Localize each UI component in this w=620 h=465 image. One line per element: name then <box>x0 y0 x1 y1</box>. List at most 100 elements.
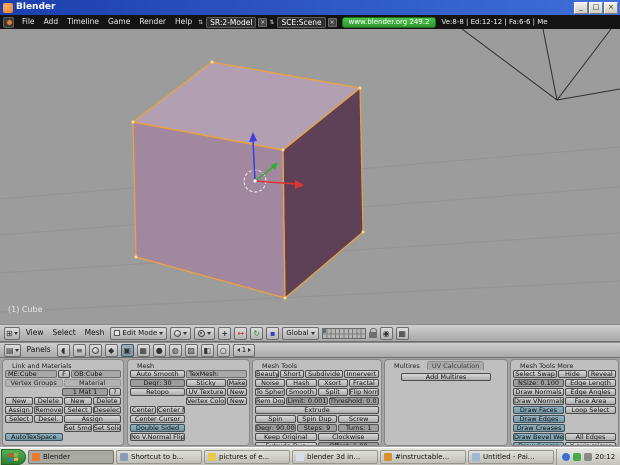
retopo-toggle[interactable]: Retopo <box>130 388 185 396</box>
blender-menu-icon[interactable] <box>3 16 14 28</box>
vgroup-assign-button[interactable]: Assign <box>5 406 34 414</box>
offset-stepper[interactable]: Offset: 1.00 <box>317 442 379 445</box>
beauty-toggle[interactable]: Beauty <box>255 370 280 378</box>
lock-icon[interactable] <box>368 327 377 338</box>
panel-title[interactable]: Mesh Tools <box>258 362 301 370</box>
menu-file[interactable]: File <box>18 15 39 29</box>
turns-stepper[interactable]: Turns: 1 <box>338 424 380 432</box>
menu-render[interactable]: Render <box>135 15 170 29</box>
render-preview-icon[interactable]: ▦ <box>395 326 409 340</box>
blender-version-button[interactable]: www.blender.org 249.2 <box>341 16 437 28</box>
menu-game[interactable]: Game <box>104 15 134 29</box>
draw-creases-toggle[interactable]: Draw Creases <box>513 424 565 432</box>
subdivide-button[interactable]: Subdivide <box>305 370 343 378</box>
draw-faces-toggle[interactable]: Draw Faces <box>513 406 564 414</box>
tab-uv-calculation[interactable]: UV Calculation <box>426 361 485 370</box>
scene-context-icon[interactable]: ▦ <box>136 343 150 357</box>
xsort-button[interactable]: Xsort <box>317 379 348 387</box>
material-assign-button[interactable]: Assign <box>63 415 121 423</box>
degr-spin-stepper[interactable]: Degr: 90.00 <box>255 424 296 432</box>
script-context-icon[interactable]: ≡ <box>72 343 86 357</box>
layer-buttons[interactable] <box>321 327 366 339</box>
proportional-edit-icon[interactable]: ◉ <box>379 326 393 340</box>
minimize-button[interactable]: _ <box>574 1 588 14</box>
material-index-stepper[interactable]: 1 Mat 1 <box>62 388 108 396</box>
menu-timeline[interactable]: Timeline <box>63 15 103 29</box>
panel-title[interactable]: Multires <box>390 362 424 370</box>
uv-texture-button[interactable]: UV Texture <box>186 388 226 396</box>
no-vnormal-flip-toggle[interactable]: No V.Normal Flip <box>130 433 185 441</box>
shading-context-icon[interactable] <box>88 343 102 357</box>
stepper-right-icon[interactable] <box>248 348 252 352</box>
edge-length-toggle[interactable]: Edge Length <box>565 379 616 387</box>
context-number-stepper[interactable]: 1 <box>232 343 256 357</box>
window-titlebar[interactable]: Blender _ □ × <box>0 0 620 15</box>
screen-delete-icon[interactable]: × <box>258 17 268 27</box>
tray-icon-1[interactable] <box>562 452 570 461</box>
object-name-field[interactable]: OB:Cube <box>71 370 121 378</box>
mesh-menu[interactable]: Mesh <box>82 325 108 341</box>
smooth-button[interactable]: Smooth <box>286 388 317 396</box>
texmesh-field[interactable]: TexMesh: <box>186 370 247 378</box>
3d-scene[interactable] <box>0 28 620 324</box>
split-button[interactable]: Split <box>317 388 348 396</box>
center-cursor-button[interactable]: Center Cursor <box>130 415 185 423</box>
radiosity-subcontext-icon[interactable]: ◧ <box>200 343 214 357</box>
threshold-stepper[interactable]: Threshold: 0.010 <box>329 397 379 405</box>
editor-type-icon[interactable]: ⊞ <box>4 326 20 340</box>
vgroup-select-button[interactable]: Select <box>5 415 34 423</box>
translate-manipulator-icon[interactable]: ↔ <box>234 326 248 340</box>
lamp-subcontext-icon[interactable]: ● <box>152 343 166 357</box>
draw-edges-toggle[interactable]: Draw Edges <box>513 415 565 423</box>
mode-dropdown[interactable]: Edit Mode <box>110 326 168 340</box>
hide-button[interactable]: Hide <box>558 370 587 378</box>
double-sided-toggle[interactable]: Double Sided <box>130 424 185 432</box>
sticky-button[interactable]: Sticky <box>186 379 226 387</box>
limit-stepper[interactable]: Limit: 0.001 <box>286 397 328 405</box>
select-swap-button[interactable]: Select Swap <box>513 370 558 378</box>
logic-context-icon[interactable]: ◖ <box>56 343 70 357</box>
short-toggle[interactable]: Short <box>280 370 305 378</box>
flip-norm-button[interactable]: Flip Norm <box>348 388 379 396</box>
pivot-dropdown[interactable] <box>194 326 216 340</box>
panel-title[interactable]: Mesh <box>133 362 158 370</box>
keep-original-toggle[interactable]: Keep Original <box>255 433 317 441</box>
all-edges-toggle[interactable]: All Edges <box>565 433 616 441</box>
3d-viewport[interactable]: (1) Cube <box>0 28 620 324</box>
manipulator-toggle[interactable]: + <box>218 326 232 340</box>
start-button[interactable] <box>1 448 26 465</box>
stepper-left-icon[interactable] <box>236 348 240 352</box>
material-delete-button[interactable]: Delete <box>92 397 121 405</box>
clockwise-toggle[interactable]: Clockwise <box>317 433 379 441</box>
close-button[interactable]: × <box>604 1 618 14</box>
panel-title[interactable]: Mesh Tools More <box>516 362 577 370</box>
face-area-toggle[interactable]: Face Area <box>565 397 616 405</box>
set-solid-button[interactable]: Set Solid <box>92 424 121 432</box>
noise-button[interactable]: Noise <box>255 379 286 387</box>
background-wireframe-object[interactable] <box>461 28 620 101</box>
set-smooth-button[interactable]: Set Smooth <box>63 424 92 432</box>
cube-mesh[interactable] <box>131 60 365 300</box>
loop-select-toggle[interactable]: Loop Select <box>565 406 616 414</box>
center-new-button[interactable]: Center New <box>157 406 185 414</box>
menu-help[interactable]: Help <box>171 15 196 29</box>
vgroup-new-button[interactable]: New <box>5 397 34 405</box>
menu-add[interactable]: Add <box>40 15 63 29</box>
taskbar-item-blender3d[interactable]: blender 3d in... <box>292 449 378 464</box>
extrude-button[interactable]: Extrude <box>255 406 379 414</box>
taskbar-item-shortcut[interactable]: Shortcut to b... <box>116 449 202 464</box>
material-select-button[interactable]: Select <box>63 406 92 414</box>
reveal-button[interactable]: Reveal <box>587 370 616 378</box>
select-menu[interactable]: Select <box>50 325 79 341</box>
center-button[interactable]: Center <box>130 406 156 414</box>
taskbar-item-pictures[interactable]: pictures of e... <box>204 449 290 464</box>
scene-selector[interactable]: SCE:Scene <box>277 16 326 28</box>
extrude-dup-button[interactable]: Extrude Dup <box>255 442 317 445</box>
screen-selector[interactable]: SR:2-Model <box>206 16 257 28</box>
active-layer-cell[interactable] <box>322 328 326 334</box>
material-deselect-button[interactable]: Deselect <box>92 406 121 414</box>
spin-button[interactable]: Spin <box>255 415 296 423</box>
spin-dup-button[interactable]: Spin Dup <box>296 415 338 423</box>
add-multires-button[interactable]: Add Multires <box>401 373 491 381</box>
material-new-button[interactable]: New <box>63 397 92 405</box>
